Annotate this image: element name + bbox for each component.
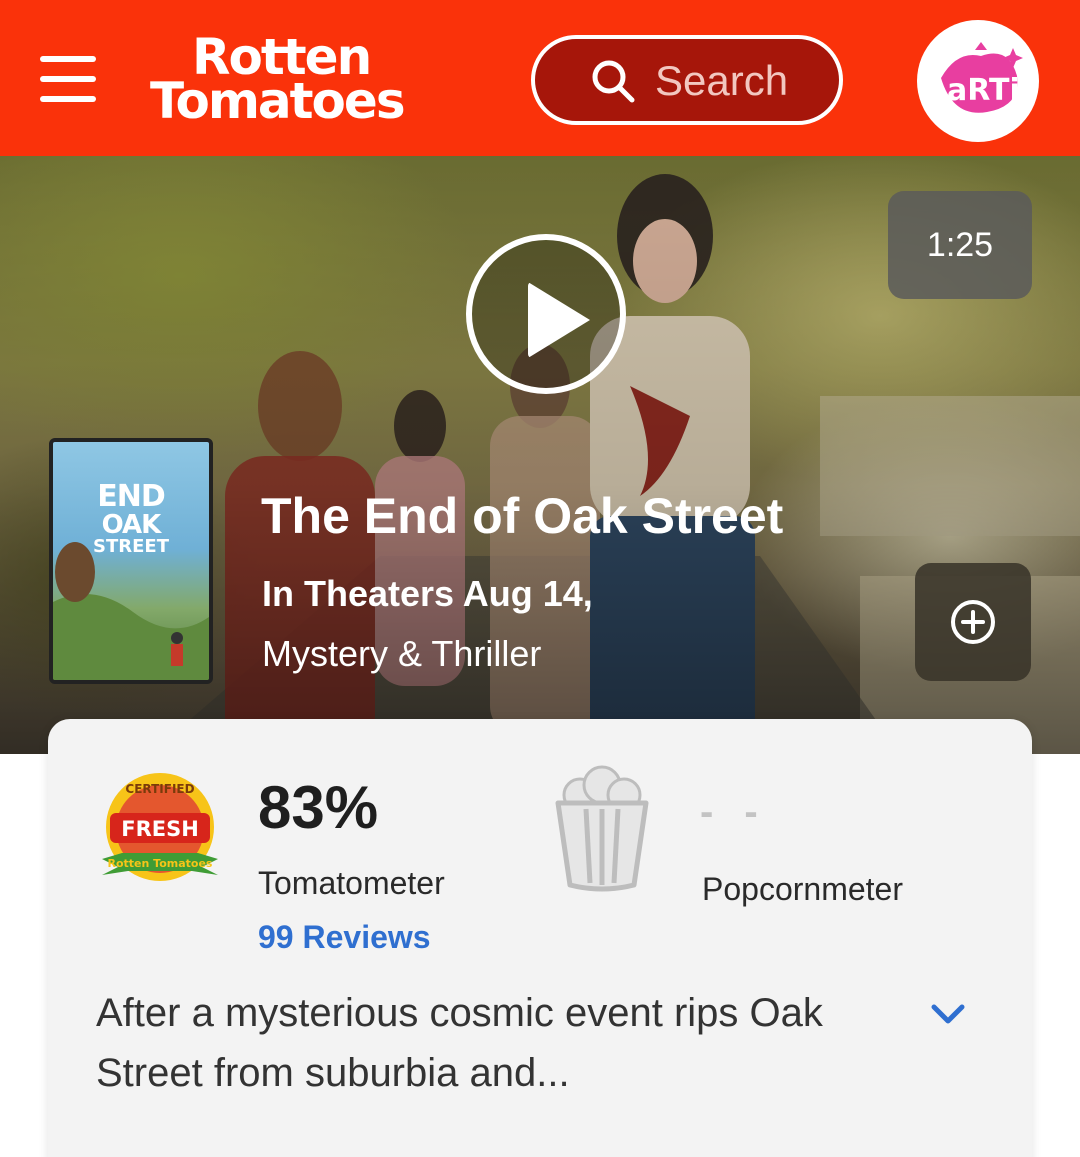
play-icon [528,282,590,358]
search-button[interactable]: Search [531,35,843,125]
poster-title-line3: STREET [93,536,169,557]
logo-line-2: Tomatoes [150,72,406,130]
tomatometer-label: Tomatometer [258,865,445,901]
certified-fresh-icon: FRESH CERTIFIED Rotten Tomatoes [102,773,218,881]
svg-text:FRESH: FRESH [121,817,199,841]
search-icon [592,60,635,103]
avatar-label: aRTi [947,73,1020,108]
arti-logo-icon: aRTi [941,42,1023,113]
play-trailer-button[interactable] [466,234,626,394]
svg-text:CERTIFIED: CERTIFIED [125,782,194,796]
genre-info: Mystery & Thriller [262,633,542,674]
tomatometer-score: 83% [258,774,379,841]
release-info: In Theaters Aug 14, [262,573,593,614]
trailer-hero: 1:25 END OAK STREET The End of Oak Stree… [0,156,1080,754]
hamburger-menu-icon[interactable] [40,56,98,104]
score-card: FRESH CERTIFIED Rotten Tomatoes 83% Toma… [48,719,1032,1157]
poster-title-line1: END [97,479,166,514]
plus-circle-icon [951,600,995,644]
popcorn-bucket-icon [555,765,649,892]
poster-title-line2: OAK [101,510,162,540]
movie-title: The End of Oak Street [261,488,784,544]
arti-avatar[interactable]: aRTi [917,20,1039,142]
movie-synopsis: After a mysterious cosmic event rips Oak… [96,991,823,1095]
poster-art [53,542,209,680]
svg-text:Rotten Tomatoes: Rotten Tomatoes [108,857,213,870]
chevron-down-icon[interactable] [928,999,968,1029]
video-duration-badge: 1:25 [888,191,1032,299]
top-header: Rotten Tomatoes Search aRTi [0,0,1080,156]
popcornmeter-label: Popcornmeter [702,871,903,907]
movie-poster[interactable]: END OAK STREET [49,438,213,684]
rotten-tomatoes-logo[interactable]: Rotten Tomatoes [150,30,480,130]
reviews-count-link[interactable]: 99 Reviews [258,917,431,957]
poster-title: END OAK STREET [53,482,209,556]
add-to-watchlist-button[interactable] [915,563,1031,681]
popcornmeter-score: - - [700,790,768,834]
search-label: Search [655,57,789,104]
